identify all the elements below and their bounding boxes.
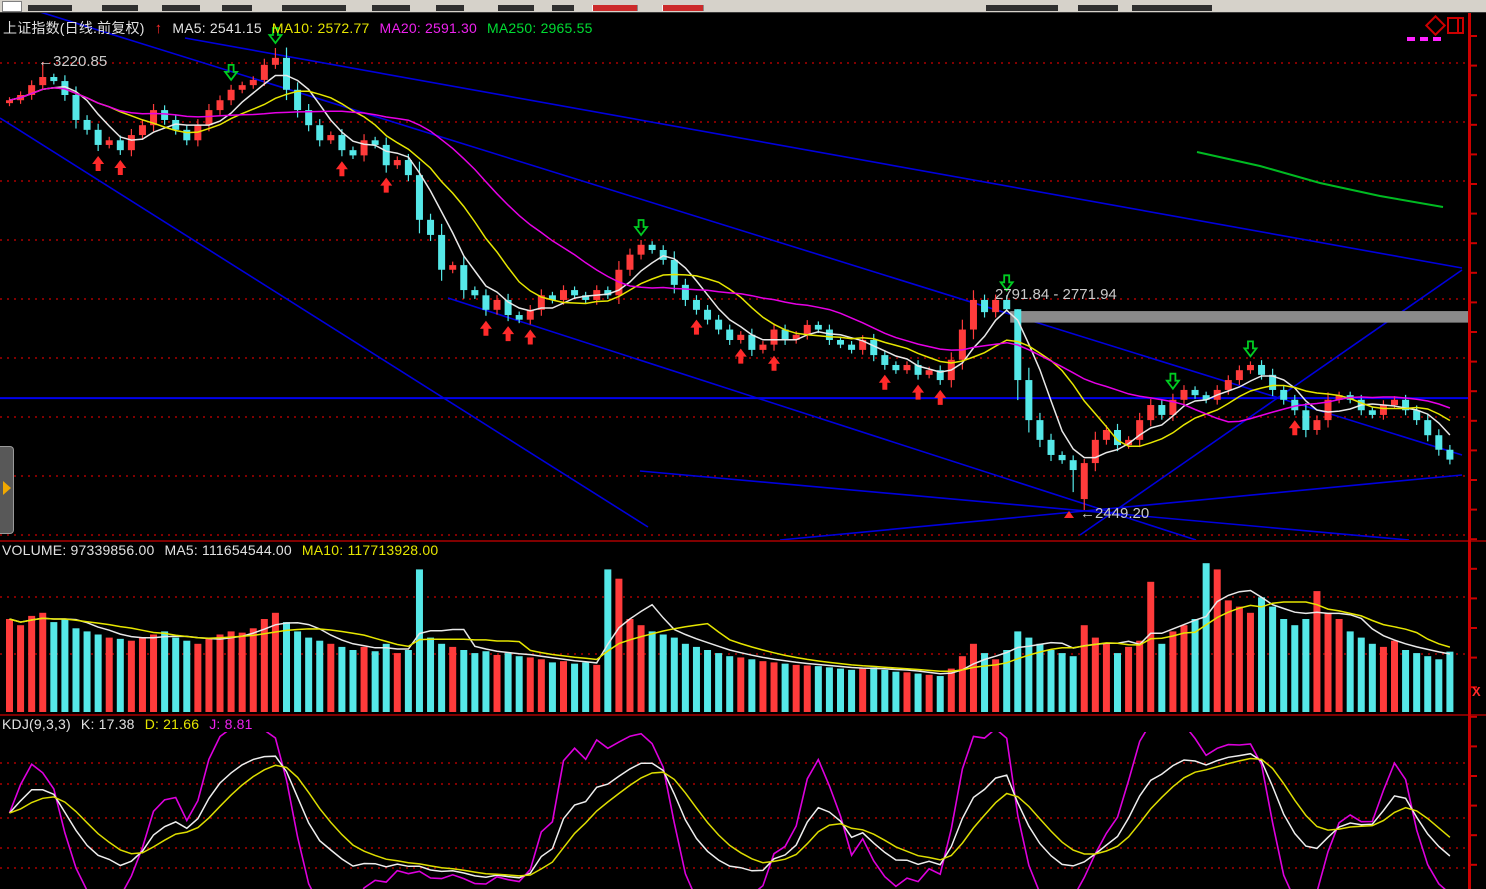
split-window-icon[interactable] (1447, 17, 1464, 34)
flyout-arrow-icon (3, 481, 11, 495)
menu-button-red-1[interactable] (592, 5, 638, 11)
volume-ma5-value: MA5: 111654544.00 (164, 542, 291, 558)
kdj-d-value: D: 21.66 (145, 716, 200, 732)
chart-stage: 上证指数(日线.前复权) ↑ MA5: 2541.15 MA10: 2572.77 MA… (0, 0, 1486, 889)
main-chart-header: 上证指数(日线.前复权) ↑ MA5: 2541.15 MA10: 2572.77 MA… (3, 18, 603, 38)
menu-item-fragment[interactable] (162, 5, 200, 11)
menu-item-fragment[interactable] (28, 5, 72, 11)
low-price-annotation: ←2449.20 (1080, 505, 1149, 522)
high-price-annotation: ←3220.85 (38, 53, 107, 70)
kdj-k-value: K: 17.38 (81, 716, 135, 732)
ma10-value: MA10: 2572.77 (272, 20, 370, 36)
low-point-marker-icon (1064, 511, 1074, 518)
kdj-j-value: J: 8.81 (209, 716, 252, 732)
sidebar-flyout-handle[interactable] (0, 446, 14, 534)
ma20-value: MA20: 2591.30 (379, 20, 477, 36)
menu-item-fragment[interactable] (222, 5, 252, 11)
menu-item-fragment[interactable] (282, 5, 346, 11)
close-indicator-button[interactable]: X (1472, 684, 1481, 699)
menu-item-fragment[interactable] (1132, 5, 1212, 11)
app-window-icon (2, 1, 22, 12)
menu-item-fragment[interactable] (986, 5, 1058, 11)
trend-up-arrow-icon: ↑ (155, 20, 163, 37)
menu-item-fragment[interactable] (552, 5, 574, 11)
menu-item-fragment[interactable] (1078, 5, 1118, 11)
menu-item-fragment[interactable] (436, 5, 464, 11)
volume-ma10-value: MA10: 117713928.00 (302, 542, 438, 558)
chart-canvas[interactable] (0, 0, 1486, 889)
menu-item-fragment[interactable] (102, 5, 138, 11)
ma250-value: MA250: 2965.55 (487, 20, 593, 36)
menu-bar[interactable] (0, 0, 1486, 13)
gap-zone-annotation: 2791.84 - 2771.94 (995, 286, 1117, 303)
volume-value: VOLUME: 97339856.00 (2, 542, 154, 558)
more-dots-icon[interactable] (1407, 37, 1447, 42)
volume-header: VOLUME: 97339856.00 MA5: 111654544.00 MA10… (2, 542, 448, 558)
kdj-pane (0, 723, 1468, 889)
menu-item-fragment[interactable] (498, 5, 534, 11)
kdj-header: KDJ(9,3,3) K: 17.38 D: 21.66 J: 8.81 (2, 716, 263, 732)
right-price-axis (0, 13, 1486, 889)
ma5-value: MA5: 2541.15 (172, 20, 262, 36)
left-arrow-icon: ← (38, 53, 53, 70)
main-price-pane (0, 2, 1468, 540)
instrument-title: 上证指数(日线.前复权) (3, 20, 145, 36)
menu-button-red-2[interactable] (662, 5, 704, 11)
menu-item-fragment[interactable] (372, 5, 410, 11)
volume-pane (0, 563, 1468, 712)
kdj-name: KDJ(9,3,3) (2, 716, 71, 732)
left-arrow-icon: ← (1080, 505, 1095, 522)
